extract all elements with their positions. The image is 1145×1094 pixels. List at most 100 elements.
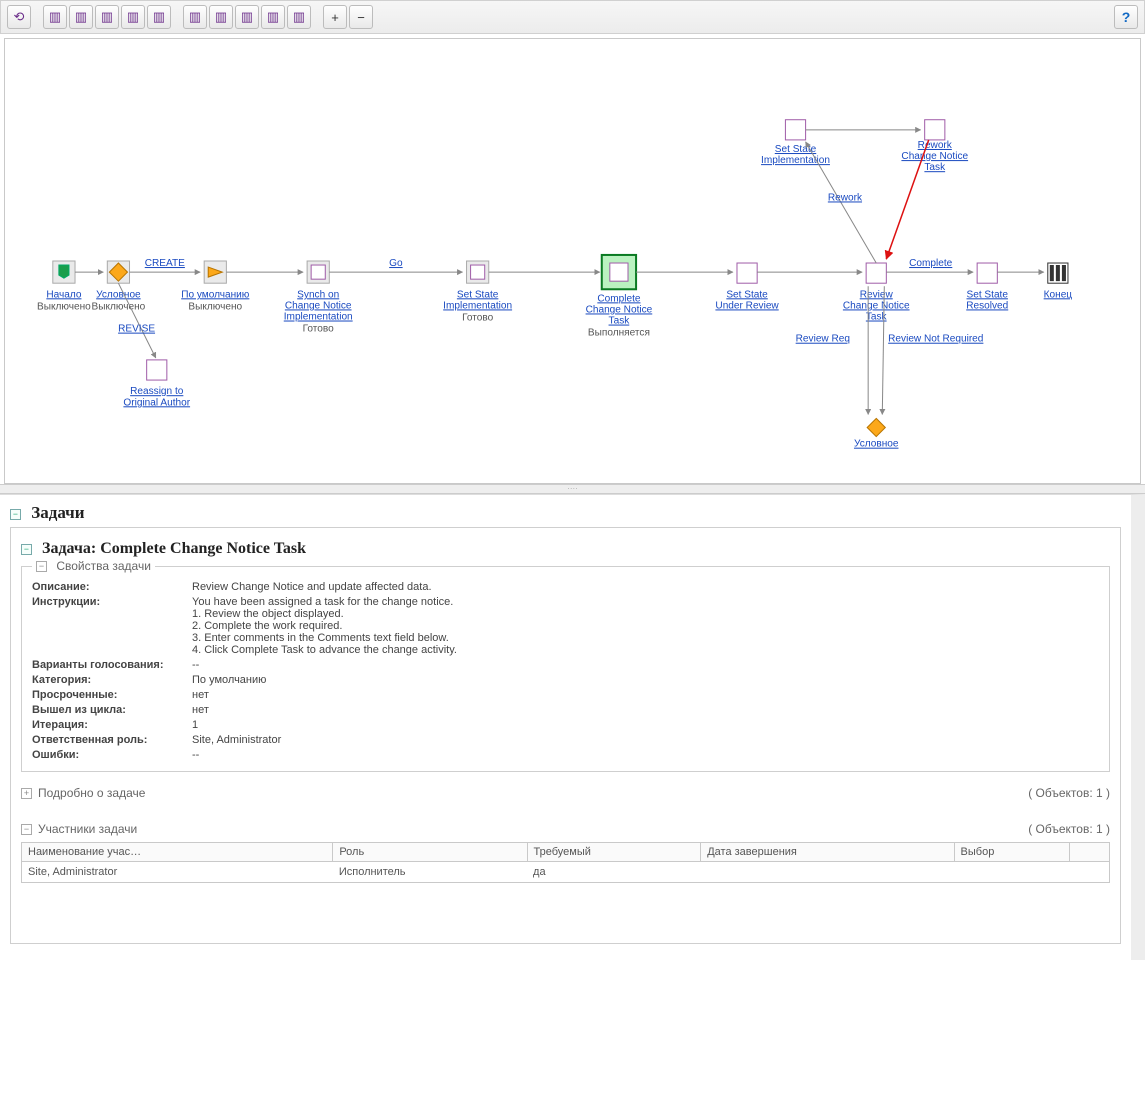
tasks-heading: Задачи [31,503,84,522]
node-synch-l1[interactable]: Synch on [297,289,339,300]
node-setimpl2-l2[interactable]: Implementation [761,155,830,166]
node-default-state: Выключено [188,301,242,312]
prop-role-value: Site, Administrator [192,734,1099,746]
zoom-out-icon[interactable]: − [349,5,373,29]
table-row[interactable]: Site, Administrator Исполнитель да [22,862,1110,883]
node-setimpl-l1[interactable]: Set State [457,289,499,300]
pane-splitter[interactable]: ···· [0,484,1145,494]
edge-complete[interactable]: Complete [909,258,953,269]
collapse-icon[interactable]: − [21,544,32,555]
props-heading: Свойства задачи [56,559,151,573]
node-setreview-l1[interactable]: Set State [726,289,768,300]
node-end-label[interactable]: Конец [1044,289,1073,300]
prop-overdue-label: Просроченные: [32,689,192,701]
node-rework-l3[interactable]: Task [924,162,946,173]
node-reviewtask-l2[interactable]: Change Notice [843,300,910,311]
node-cond2-label[interactable]: Условное [854,439,899,450]
node-complete-l2[interactable]: Change Notice [586,304,653,315]
detail-header: + Подробно о задаче ( Объектов: 1 ) [21,786,1110,800]
col-name[interactable]: Наименование учас… [22,843,333,862]
participants-table: Наименование учас… Роль Требуемый Дата з… [21,842,1110,883]
col-required[interactable]: Требуемый [527,843,701,862]
toolbar-btn-2[interactable]: ▥ [69,5,93,29]
toolbar-btn-8[interactable]: ▥ [235,5,259,29]
expand-icon[interactable]: + [21,788,32,799]
node-cond1-state: Выключено [92,301,146,312]
node-start-state: Выключено [37,301,91,312]
prop-description-value: Review Change Notice and update affected… [192,581,1099,593]
table-header-row: Наименование учас… Роль Требуемый Дата з… [22,843,1110,862]
node-synch-l2[interactable]: Change Notice [285,300,352,311]
toolbar-btn-5[interactable]: ▥ [147,5,171,29]
cell-completion [701,862,954,883]
participants-heading: Участники задачи [38,822,137,836]
node-complete-l3[interactable]: Task [609,316,631,327]
node-complete-l1[interactable]: Complete [597,293,641,304]
prop-iteration-label: Итерация: [32,719,192,731]
node-setresolved-l2[interactable]: Resolved [966,300,1008,311]
node-default-label[interactable]: По умолчанию [181,289,250,300]
col-actions [1070,843,1110,862]
collapse-icon[interactable]: − [10,509,21,520]
toolbar-btn-6[interactable]: ▥ [183,5,207,29]
zoom-in-icon[interactable]: + [323,5,347,29]
refresh-icon[interactable]: ⟲ [7,5,31,29]
collapse-icon[interactable]: − [21,824,32,835]
prop-role-label: Ответственная роль: [32,734,192,746]
node-rework-l1[interactable]: Rework [918,140,953,151]
collapse-icon[interactable]: − [36,561,47,572]
toolbar-btn-7[interactable]: ▥ [209,5,233,29]
edge-go[interactable]: Go [389,258,403,269]
node-complete-state: Выполняется [588,328,650,339]
col-completion[interactable]: Дата завершения [701,843,954,862]
prop-outloop-value: нет [192,704,1099,716]
toolbar-btn-3[interactable]: ▥ [95,5,119,29]
edge-reviewnotreq[interactable]: Review Not Required [888,334,983,345]
edge-revise[interactable]: REVISE [118,324,155,335]
task-panel: − Задача: Complete Change Notice Task − … [10,527,1121,944]
detail-count: ( Объектов: 1 ) [1028,786,1110,800]
node-rework-l2[interactable]: Change Notice [901,151,968,162]
prop-errors-label: Ошибки: [32,749,192,761]
node-setreview-l2[interactable]: Under Review [715,300,779,311]
node-setimpl-l2[interactable]: Implementation [443,300,512,311]
prop-outloop-label: Вышел из цикла: [32,704,192,716]
node-setresolved-l1[interactable]: Set State [967,289,1009,300]
node-cond1-label[interactable]: Условное [96,289,141,300]
prop-overdue-value: нет [192,689,1099,701]
prop-instructions-value: You have been assigned a task for the ch… [192,596,1099,656]
prop-instructions-label: Инструкции: [32,596,192,656]
toolbar-btn-1[interactable]: ▥ [43,5,67,29]
help-icon[interactable]: ? [1114,5,1138,29]
prop-description-label: Описание: [32,581,192,593]
node-reassign-l2[interactable]: Original Author [123,397,190,408]
toolbar: ⟲ ▥ ▥ ▥ ▥ ▥ ▥ ▥ ▥ ▥ ▥ + − ? [0,0,1145,34]
node-reviewtask-l1[interactable]: Review [860,289,894,300]
workflow-diagram[interactable]: Начало Выключено Условное Выключено CREA… [4,38,1141,484]
cell-name: Site, Administrator [22,862,333,883]
col-choice[interactable]: Выбор [954,843,1069,862]
tasks-section: − Задачи − Задача: Complete Change Notic… [0,495,1131,960]
participants-count: ( Объектов: 1 ) [1028,822,1110,836]
cell-choice [954,862,1069,883]
prop-errors-value: -- [192,749,1099,761]
prop-category-value: По умолчанию [192,674,1099,686]
node-reassign-l1[interactable]: Reassign to [130,386,184,397]
edge-reviewreq[interactable]: Review Req [796,334,850,345]
toolbar-btn-4[interactable]: ▥ [121,5,145,29]
toolbar-btn-10[interactable]: ▥ [287,5,311,29]
node-start-label[interactable]: Начало [46,289,82,300]
node-setimpl-state: Готово [462,313,494,324]
toolbar-btn-9[interactable]: ▥ [261,5,285,29]
prop-iteration-value: 1 [192,719,1099,731]
cell-required: да [527,862,701,883]
prop-votes-label: Варианты голосования: [32,659,192,671]
prop-category-label: Категория: [32,674,192,686]
detail-heading: Подробно о задаче [38,786,145,800]
edge-create[interactable]: CREATE [145,258,185,269]
node-synch-l3[interactable]: Implementation [284,312,353,323]
edge-rework[interactable]: Rework [828,192,863,203]
task-heading: Задача: Complete Change Notice Task [42,540,306,557]
task-properties: − Свойства задачи Описание: Review Chang… [21,566,1110,772]
col-role[interactable]: Роль [333,843,527,862]
